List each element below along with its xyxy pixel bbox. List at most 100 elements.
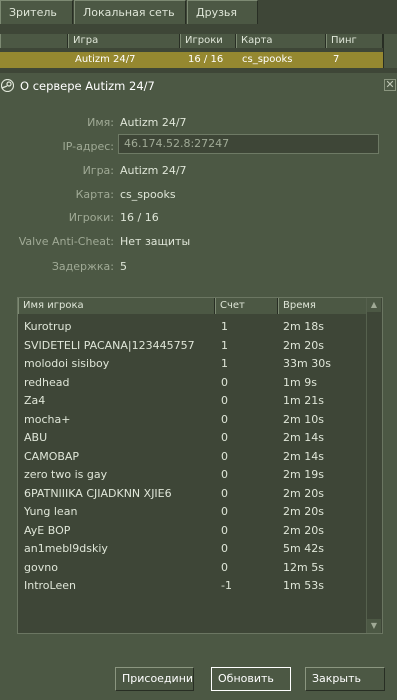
column-header-player-name[interactable]: Имя игрока xyxy=(18,298,215,314)
player-time: 2m 19s xyxy=(283,468,324,481)
header-label: Имя игрока xyxy=(23,300,84,311)
scroll-down-icon[interactable]: ▼ xyxy=(367,619,381,633)
tab-label: Друзья xyxy=(196,6,238,19)
player-time: 1m 21s xyxy=(283,394,324,407)
player-row[interactable]: Yung lean 0 2m 20s xyxy=(18,503,368,520)
player-time: 33m 30s xyxy=(283,357,331,370)
player-name: IntroLeen xyxy=(24,579,76,592)
player-row[interactable]: Za4 0 1m 21s xyxy=(18,392,368,409)
player-time: 2m 20s xyxy=(283,486,324,500)
tab-friends[interactable]: Друзья xyxy=(187,0,258,24)
field-value-latency: 5 xyxy=(120,260,127,273)
player-row[interactable]: an1mebl9dskiy 0 5m 42s xyxy=(18,540,368,557)
field-label-map: Карта: xyxy=(75,188,114,201)
player-score: 0 xyxy=(221,560,228,574)
player-name: CAMOBAP xyxy=(24,449,80,463)
server-row-selected[interactable]: Autizm 24/7 16 / 16 cs_spooks 7 xyxy=(0,52,383,68)
player-row[interactable]: Kurotrup 1 2m 18s xyxy=(18,318,368,335)
player-score: 0 xyxy=(221,375,228,389)
player-row[interactable]: govno 0 12m 5s xyxy=(18,559,368,576)
steam-icon xyxy=(1,79,14,92)
tab-label: Зритель xyxy=(9,6,57,19)
player-score: 0 xyxy=(221,486,228,500)
player-time: 2m 10s xyxy=(283,412,324,426)
player-row[interactable]: mocha+ 0 2m 10s xyxy=(18,411,368,428)
player-name: zero two is gay xyxy=(24,468,108,481)
player-score: 0 xyxy=(221,542,228,555)
field-label-latency: Задержка: xyxy=(51,260,114,273)
header-label: Игроки xyxy=(185,35,223,46)
player-row[interactable]: SVIDETELI PACANA|123445757 1 2m 20s xyxy=(18,337,368,354)
dialog-title: О сервере Autizm 24/7 xyxy=(20,79,155,93)
player-name: AyE BOP xyxy=(24,523,71,537)
player-time: 2m 14s xyxy=(283,449,324,463)
column-header-blank[interactable] xyxy=(0,34,68,48)
field-label-ip: IP-адрес: xyxy=(62,140,114,153)
player-list-header: Имя игрока Счет Время xyxy=(18,298,368,314)
close-button-label: Закрыть xyxy=(312,672,361,685)
ip-address-field[interactable]: 46.174.52.8:27247 xyxy=(118,134,379,154)
field-label-players: Игроки: xyxy=(68,211,114,224)
column-header-players[interactable]: Игроки xyxy=(180,34,236,48)
field-value-name: Autizm 24/7 xyxy=(120,116,187,129)
close-icon[interactable]: ✕ xyxy=(384,79,396,91)
column-header-ping[interactable]: Пинг xyxy=(326,34,383,48)
field-label-name: Имя: xyxy=(87,116,114,129)
player-row[interactable]: CAMOBAP 0 2m 14s xyxy=(18,448,368,465)
player-row[interactable]: zero two is gay 0 2m 19s xyxy=(18,466,368,483)
player-time: 1m 53s xyxy=(283,579,324,592)
ip-address-value: 46.174.52.8:27247 xyxy=(124,137,230,150)
player-name: mocha+ xyxy=(24,412,71,426)
join-button[interactable]: Присоединиться xyxy=(115,667,194,691)
player-list-scrollbar[interactable]: ▲ ▼ xyxy=(366,298,382,633)
player-score: 0 xyxy=(221,394,228,407)
close-button[interactable]: Закрыть xyxy=(305,667,385,691)
tab-bar: Зритель Локальная сеть Друзья xyxy=(0,0,397,26)
player-score: 1 xyxy=(221,320,228,333)
refresh-button[interactable]: Обновить xyxy=(211,667,291,691)
player-score: 0 xyxy=(221,431,228,444)
player-row[interactable]: redhead 0 1m 9s xyxy=(18,374,368,391)
player-score: 0 xyxy=(221,449,228,463)
field-value-game: Autizm 24/7 xyxy=(120,164,187,177)
server-name: Autizm 24/7 xyxy=(75,54,136,65)
player-score: 1 xyxy=(221,357,228,370)
scroll-up-icon[interactable]: ▲ xyxy=(367,298,381,312)
player-time: 12m 5s xyxy=(283,560,324,574)
player-name: SVIDETELI PACANA|123445757 xyxy=(24,338,195,352)
player-time: 2m 20s xyxy=(283,338,324,352)
server-list-scrollbar[interactable] xyxy=(383,34,397,68)
player-name: Za4 xyxy=(24,394,46,407)
player-row[interactable]: 6PATNIIIKA CJIADKNN XJIE6 0 2m 20s xyxy=(18,485,368,502)
column-header-score[interactable]: Счет xyxy=(215,298,278,314)
header-label: Игра xyxy=(73,35,99,46)
player-time: 1m 9s xyxy=(283,375,317,389)
player-name: an1mebl9dskiy xyxy=(24,542,108,555)
field-value-players: 16 / 16 xyxy=(120,211,159,224)
field-label-game: Игра: xyxy=(82,164,114,177)
player-name: Yung lean xyxy=(24,505,78,518)
field-label-vac: Valve Anti-Cheat: xyxy=(18,235,114,248)
player-name: govno xyxy=(24,560,58,574)
player-row[interactable]: ABU 0 2m 14s xyxy=(18,429,368,446)
tab-lan[interactable]: Локальная сеть xyxy=(74,0,186,24)
player-row[interactable]: IntroLeen -1 1m 53s xyxy=(18,577,368,594)
tab-spectator[interactable]: Зритель xyxy=(0,0,73,24)
refresh-button-label: Обновить xyxy=(218,672,274,685)
player-row[interactable]: AyE BOP 0 2m 20s xyxy=(18,522,368,539)
column-header-time[interactable]: Время xyxy=(278,298,368,314)
column-header-map[interactable]: Карта xyxy=(236,34,326,48)
tab-label: Локальная сеть xyxy=(83,6,175,19)
header-label: Карта xyxy=(241,35,273,46)
player-score: 1 xyxy=(221,338,228,352)
column-header-game[interactable]: Игра xyxy=(68,34,180,48)
player-name: redhead xyxy=(24,375,70,389)
player-name: ABU xyxy=(24,431,48,444)
server-list-header: Игра Игроки Карта Пинг xyxy=(0,34,383,48)
player-time: 2m 14s xyxy=(283,431,324,444)
header-label: Пинг xyxy=(331,35,357,46)
player-time: 5m 42s xyxy=(283,542,324,555)
player-name: Kurotrup xyxy=(24,320,72,333)
player-row[interactable]: molodoi sisiboy 1 33m 30s xyxy=(18,355,368,372)
server-list: Игра Игроки Карта Пинг Autizm 24/7 16 / … xyxy=(0,26,397,73)
